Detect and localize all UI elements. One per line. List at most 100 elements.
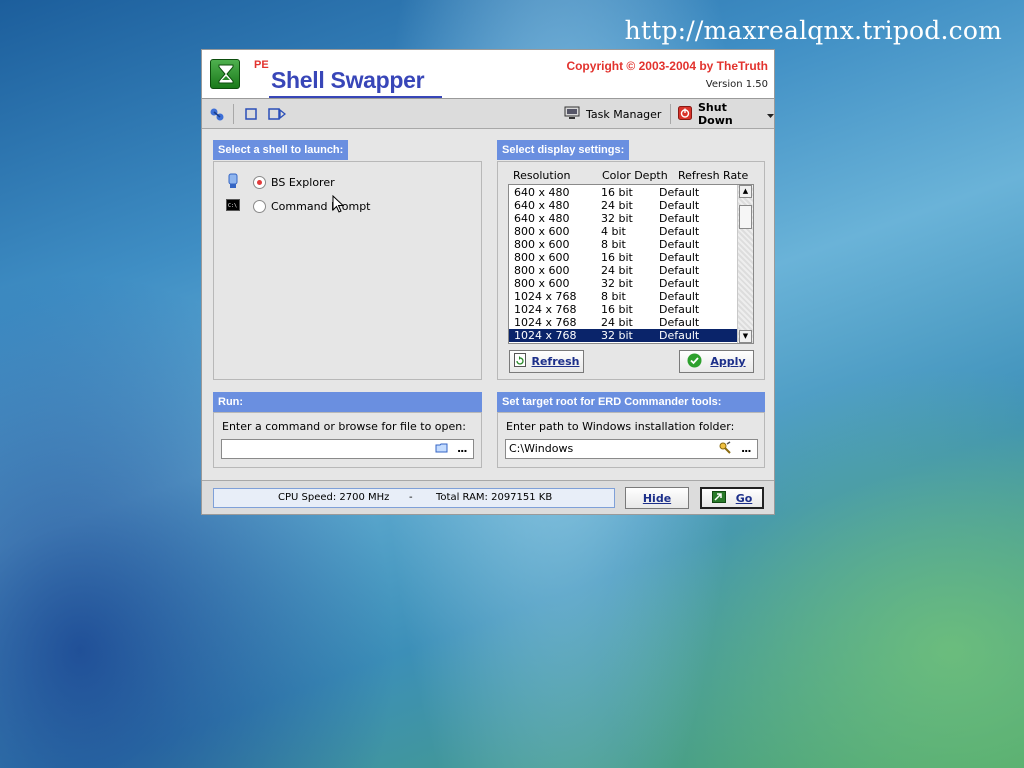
- radio-button[interactable]: [253, 200, 266, 213]
- display-setting-row[interactable]: 1024 x 768 16 bit Default: [509, 303, 737, 316]
- erd-field-label: Enter path to Windows installation folde…: [506, 420, 735, 433]
- refresh-rate-cell: Default: [659, 316, 700, 329]
- resolution-cell: 800 x 600: [514, 277, 570, 290]
- task-manager-icon: [564, 106, 580, 123]
- display-setting-row[interactable]: 800 x 600 32 bit Default: [509, 277, 737, 290]
- radio-button[interactable]: [253, 176, 266, 189]
- command-prompt-icon: C:\: [226, 199, 240, 214]
- shell-panel: Select a shell to launch: BS Explorer C:…: [213, 140, 482, 380]
- list-scrollbar[interactable]: ▲ ▼: [737, 185, 753, 343]
- display-setting-row[interactable]: 640 x 480 24 bit Default: [509, 199, 737, 212]
- display-rows: 640 x 480 16 bit Default 640 x 480 24 bit Def…: [509, 186, 737, 342]
- stop-icon[interactable]: [242, 106, 260, 122]
- dropdown-arrow-icon: [767, 108, 774, 121]
- display-setting-row[interactable]: 1024 x 768 32 bit Default: [509, 329, 737, 342]
- resolution-cell: 640 x 480: [514, 199, 570, 212]
- column-header-resolution[interactable]: Resolution: [513, 169, 570, 182]
- erd-panel: Set target root for ERD Commander tools:…: [497, 392, 765, 468]
- resolution-cell: 800 x 600: [514, 251, 570, 264]
- color-depth-cell: 32 bit: [601, 277, 633, 290]
- shut-down-label: Shut Down: [698, 101, 733, 127]
- refresh-rate-cell: Default: [659, 251, 700, 264]
- display-setting-row[interactable]: 1024 x 768 24 bit Default: [509, 316, 737, 329]
- display-setting-row[interactable]: 800 x 600 16 bit Default: [509, 251, 737, 264]
- app-title: Shell Swapper: [271, 67, 425, 93]
- resolution-cell: 1024 x 768: [514, 303, 577, 316]
- power-icon: [678, 105, 692, 123]
- shell-option-label: BS Explorer: [271, 176, 335, 189]
- color-depth-cell: 8 bit: [601, 290, 626, 303]
- refresh-icon: [513, 353, 526, 370]
- system-info-field: CPU Speed: 2700 MHz - Total RAM: 2097151…: [213, 488, 615, 508]
- shell-option-bs-explorer[interactable]: BS Explorer: [226, 173, 335, 192]
- color-depth-cell: 24 bit: [601, 316, 633, 329]
- run-browse-button[interactable]: ...: [457, 442, 468, 455]
- next-icon[interactable]: [268, 106, 286, 122]
- apply-label: Apply: [710, 355, 746, 368]
- bs-explorer-icon: [226, 173, 240, 192]
- refresh-button[interactable]: Refresh: [509, 350, 584, 373]
- run-panel-header: Run:: [213, 392, 482, 412]
- refresh-rate-cell: Default: [659, 212, 700, 225]
- task-manager-label: Task Manager: [586, 107, 662, 121]
- display-setting-row[interactable]: 1024 x 768 8 bit Default: [509, 290, 737, 303]
- shell-option-command-prompt[interactable]: C:\ Command Prompt: [226, 199, 371, 214]
- version-text: Version 1.50: [705, 79, 768, 90]
- toolbar-separator: [233, 104, 234, 124]
- title-area: PE Shell Swapper Copyright © 2003-2004 b…: [202, 50, 774, 98]
- copyright-text: Copyright © 2003-2004 by TheTruth: [566, 59, 768, 73]
- refresh-rate-cell: Default: [659, 186, 700, 199]
- hide-button[interactable]: Hide: [625, 487, 689, 509]
- svg-text:C:\: C:\: [228, 203, 237, 209]
- color-depth-cell: 8 bit: [601, 238, 626, 251]
- scroll-down-icon[interactable]: ▼: [739, 330, 752, 343]
- hide-label: Hide: [642, 491, 672, 505]
- refresh-rate-cell: Default: [659, 225, 700, 238]
- display-setting-row[interactable]: 640 x 480 32 bit Default: [509, 212, 737, 225]
- watermark-url: http://maxrealqnx.tripod.com: [624, 16, 1002, 45]
- scroll-up-icon[interactable]: ▲: [739, 185, 752, 198]
- go-label: Go: [735, 491, 753, 505]
- resolution-cell: 640 x 480: [514, 212, 570, 225]
- color-depth-cell: 4 bit: [601, 225, 626, 238]
- task-manager-button[interactable]: Task Manager: [564, 105, 661, 123]
- refresh-rate-cell: Default: [659, 329, 700, 342]
- shell-option-label: Command Prompt: [271, 200, 371, 213]
- display-setting-row[interactable]: 640 x 480 16 bit Default: [509, 186, 737, 199]
- run-panel: Run: Enter a command or browse for file …: [213, 392, 482, 468]
- display-setting-row[interactable]: 800 x 600 8 bit Default: [509, 238, 737, 251]
- column-header-color-depth[interactable]: Color Depth: [602, 169, 668, 182]
- color-depth-cell: 16 bit: [601, 303, 633, 316]
- refresh-label: Refresh: [531, 355, 580, 368]
- run-field-label: Enter a command or browse for file to op…: [222, 420, 466, 433]
- open-folder-icon[interactable]: [435, 442, 449, 454]
- tools-icon[interactable]: [718, 441, 732, 454]
- apply-button[interactable]: Apply: [679, 350, 754, 373]
- shell-swapper-window: PE Shell Swapper Copyright © 2003-2004 b…: [201, 49, 775, 515]
- resolution-cell: 640 x 480: [514, 186, 570, 199]
- resolution-cell: 1024 x 768: [514, 290, 577, 303]
- refresh-rate-cell: Default: [659, 264, 700, 277]
- shut-down-button[interactable]: Shut Down: [678, 101, 774, 127]
- refresh-rate-cell: Default: [659, 238, 700, 251]
- refresh-rate-cell: Default: [659, 303, 700, 316]
- erd-browse-button[interactable]: ...: [741, 442, 752, 455]
- go-button[interactable]: Go: [700, 487, 764, 509]
- resolution-cell: 800 x 600: [514, 264, 570, 277]
- resolution-cell: 800 x 600: [514, 238, 570, 251]
- hourglass-app-icon: [210, 59, 240, 89]
- display-panel: Select display settings: Resolution Colo…: [497, 140, 765, 380]
- color-depth-cell: 24 bit: [601, 264, 633, 277]
- cpu-speed-text: CPU Speed: 2700 MHz: [278, 492, 390, 503]
- column-header-refresh-rate[interactable]: Refresh Rate: [678, 169, 748, 182]
- color-depth-cell: 16 bit: [601, 186, 633, 199]
- network-icon[interactable]: [208, 106, 226, 122]
- display-setting-row[interactable]: 800 x 600 4 bit Default: [509, 225, 737, 238]
- display-settings-list[interactable]: 640 x 480 16 bit Default 640 x 480 24 bit Def…: [508, 184, 754, 344]
- go-icon: [711, 490, 726, 506]
- display-setting-row[interactable]: 800 x 600 24 bit Default: [509, 264, 737, 277]
- mouse-cursor-icon: [332, 194, 345, 217]
- scroll-thumb[interactable]: [739, 205, 752, 229]
- refresh-rate-cell: Default: [659, 277, 700, 290]
- checkmark-icon: [687, 353, 702, 371]
